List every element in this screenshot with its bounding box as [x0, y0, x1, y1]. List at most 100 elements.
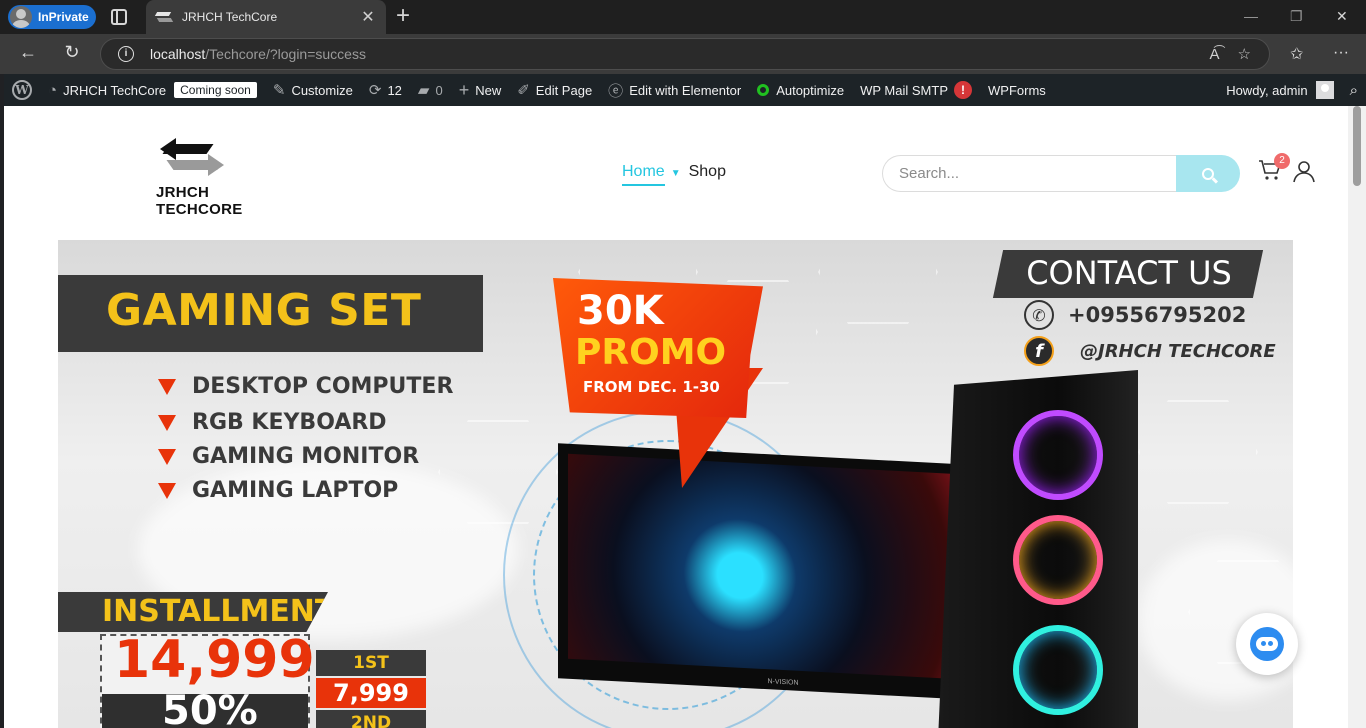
autoptimize-menu[interactable]: Autoptimize [749, 74, 852, 106]
scrollbar-thumb[interactable] [1353, 106, 1361, 186]
search-button[interactable] [1176, 155, 1240, 192]
back-icon[interactable]: ← [16, 42, 40, 63]
favorites-icon[interactable]: ✩ [1290, 44, 1303, 64]
coming-soon-badge: Coming soon [174, 82, 257, 98]
site-favicon-icon [156, 11, 172, 23]
address-toolbar: ← ↻ i localhost/Techcore/?login=success … [0, 34, 1366, 74]
site-name: JRHCH TechCore [63, 82, 167, 98]
facebook-icon: f [1024, 336, 1054, 366]
tab-actions-icon[interactable] [111, 9, 127, 25]
inprivate-label: InPrivate [38, 10, 89, 24]
feature-item: GAMING MONITOR [158, 444, 419, 469]
refresh-icon[interactable]: ↻ [60, 42, 84, 63]
search-input[interactable] [882, 155, 1176, 192]
account-button[interactable] [1292, 159, 1316, 183]
more-menu-icon[interactable]: ··· [1333, 44, 1349, 62]
second-month-label: 2ND MONTH [316, 710, 426, 728]
promo-banner[interactable]: GAMING SET DESKTOP COMPUTER RGB KEYBOARD… [58, 240, 1293, 728]
autoptimize-label: Autoptimize [776, 82, 845, 98]
nav-home[interactable]: Home [622, 163, 665, 186]
nav-shop[interactable]: Shop [689, 163, 726, 186]
cart-button[interactable]: 2 [1258, 153, 1290, 182]
search-icon [1202, 167, 1214, 180]
tab-title: JRHCH TechCore [182, 10, 278, 24]
logo-arrows-icon [160, 136, 224, 176]
edit-elementor-link[interactable]: ⓔ Edit with Elementor [600, 74, 749, 106]
status-dot-icon [757, 84, 770, 96]
installment-heading: INSTALLMENT [58, 592, 328, 632]
dashboard-icon: ◔ [48, 81, 58, 99]
gaming-monitor-image: N-VISION [558, 443, 1008, 702]
page-viewport: JRHCH TECHCORE Home ▼ Shop 2 [4, 106, 1348, 728]
updates-link[interactable]: ⟳ 12 [361, 74, 410, 106]
wp-logo-menu[interactable]: W [4, 74, 40, 106]
comment-icon: ▰ [417, 82, 430, 99]
window-close-icon[interactable]: ✕ [1336, 8, 1348, 25]
address-bar[interactable]: i localhost/Techcore/?login=success A͡ ☆ [100, 38, 1270, 70]
cart-count-badge: 2 [1274, 153, 1290, 169]
customize-link[interactable]: ✎ Customize [265, 74, 361, 106]
wpforms-label: WPForms [988, 82, 1046, 98]
customize-label: Customize [291, 82, 353, 98]
wordpress-logo-icon: W [12, 80, 32, 100]
profile-avatar-icon [10, 6, 32, 28]
new-label: New [475, 82, 502, 98]
favorite-star-icon[interactable]: ☆ [1238, 45, 1251, 63]
wp-mail-smtp-label: WP Mail SMTP [860, 82, 948, 98]
comments-count: 0 [435, 82, 443, 98]
first-month-label: 1ST MONTH [316, 650, 426, 699]
updates-count: 12 [387, 82, 402, 98]
edit-page-link[interactable]: ✐ Edit Page [509, 74, 600, 106]
wpforms-menu[interactable]: WPForms [980, 74, 1054, 106]
updates-icon: ⟳ [368, 82, 382, 99]
site-logo[interactable]: JRHCH TECHCORE [154, 136, 294, 218]
tab-close-icon[interactable]: ✕ [360, 7, 376, 27]
read-aloud-icon[interactable]: A͡ [1210, 46, 1220, 63]
account-menu[interactable]: Howdy, admin [1218, 74, 1341, 106]
feature-item: RGB KEYBOARD [158, 410, 387, 435]
paintbrush-icon: ✎ [272, 82, 286, 99]
restore-icon[interactable]: ❐ [1290, 8, 1303, 25]
feature-item: GAMING LAPTOP [158, 478, 398, 503]
contact-facebook: f @JRHCH TECHCORE [1024, 336, 1276, 366]
user-icon [1293, 161, 1315, 183]
bullet-triangle-icon [158, 448, 176, 465]
bullet-triangle-icon [158, 482, 176, 499]
search-icon: ⌕ [1349, 81, 1358, 99]
url-text[interactable]: localhost/Techcore/?login=success [150, 46, 1210, 62]
admin-search[interactable]: ⌕ [1342, 74, 1366, 106]
chatbot-button[interactable] [1236, 613, 1298, 675]
phone-icon: ✆ [1024, 300, 1054, 330]
wp-admin-bar: W ◔ JRHCH TechCore Coming soon ✎ Customi… [4, 74, 1366, 106]
minimize-icon[interactable]: — [1244, 8, 1258, 24]
logo-text: JRHCH TECHCORE [156, 184, 243, 218]
chatbot-icon [1250, 627, 1284, 661]
bullet-triangle-icon [158, 414, 176, 431]
bullet-triangle-icon [158, 378, 176, 395]
new-content-menu[interactable]: + New [451, 74, 510, 106]
plus-icon: + [458, 79, 470, 100]
contact-us-heading: CONTACT US [992, 250, 1264, 298]
promo-flag: 30K PROMO FROM DEC. 1-30 [553, 278, 763, 488]
elementor-icon: ⓔ [608, 82, 624, 100]
new-tab-icon[interactable]: + [396, 4, 410, 28]
wp-mail-smtp-menu[interactable]: WP Mail SMTP ! [852, 74, 980, 106]
comments-link[interactable]: ▰ 0 [410, 74, 451, 106]
edit-elementor-label: Edit with Elementor [629, 82, 742, 98]
pencil-icon: ✐ [517, 82, 530, 99]
first-month-value: 7,999 [316, 678, 426, 708]
site-info-icon[interactable]: i [118, 46, 134, 62]
feature-item: DESKTOP COMPUTER [158, 374, 453, 399]
alert-badge: ! [954, 81, 972, 99]
gaming-set-heading: GAMING SET [58, 275, 483, 352]
browser-tabstrip: InPrivate JRHCH TechCore ✕ + — ❐ ✕ [0, 0, 1366, 34]
price-box: 14,999 50% [100, 630, 315, 728]
site-name-menu[interactable]: ◔ JRHCH TechCore Coming soon [40, 74, 265, 106]
main-nav: Home ▼ Shop [622, 163, 726, 186]
chevron-down-icon[interactable]: ▼ [671, 168, 681, 179]
browser-tab[interactable]: JRHCH TechCore ✕ [146, 0, 386, 34]
page-scrollbar[interactable] [1348, 106, 1366, 728]
inprivate-profile-button[interactable]: InPrivate [8, 5, 96, 29]
admin-avatar [1315, 81, 1334, 99]
howdy-label: Howdy, admin [1226, 82, 1308, 98]
